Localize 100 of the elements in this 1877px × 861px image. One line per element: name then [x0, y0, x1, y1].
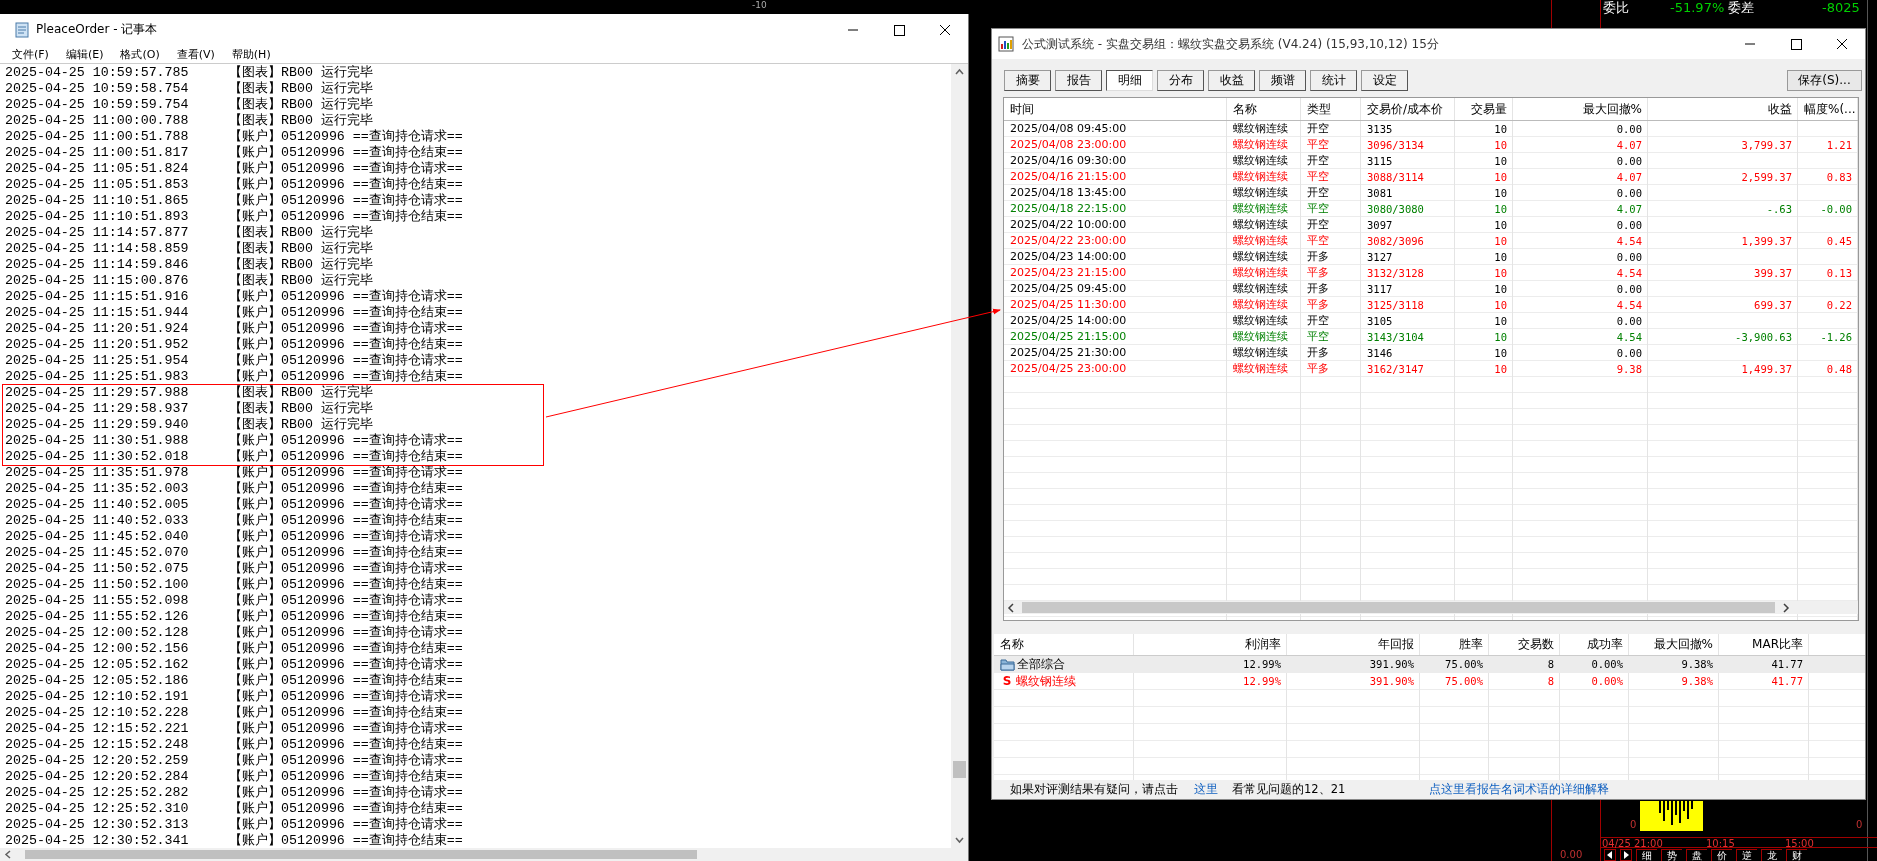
log-timestamp: 2025-04-25 11:50:52.100 — [5, 577, 190, 593]
trade-drawdown: 0.00 — [1615, 282, 1643, 297]
terminal-tab[interactable]: 势 — [1661, 849, 1682, 861]
tab[interactable]: 设定 — [1361, 70, 1408, 91]
log-message: 【图表】RB00 运行完毕 — [229, 65, 374, 81]
summary-row[interactable]: 全部综合 12.99% 391.90% 75.00% 8 0.00% 9.38% 41.77 — [994, 656, 1865, 673]
tab[interactable]: 明细 — [1106, 70, 1153, 91]
trade-name: 螺纹钢连续 — [1232, 121, 1289, 137]
scrollbar-thumb[interactable] — [1022, 602, 1775, 613]
menu-item[interactable]: 文件(F) — [12, 46, 49, 62]
summary-value: 8 — [1546, 657, 1555, 672]
trade-name: 螺纹钢连续 — [1232, 265, 1289, 281]
terminal-tab[interactable]: 价 — [1711, 849, 1732, 861]
menu-item[interactable]: 帮助(H) — [231, 46, 271, 62]
column-header[interactable]: 交易数 — [1489, 634, 1560, 655]
price-label: 0.00 — [1560, 849, 1583, 860]
save-button[interactable]: 保存(S)... — [1787, 70, 1862, 91]
column-header[interactable]: 最大回撤% — [1629, 634, 1719, 655]
column-header[interactable]: 交易量 — [1455, 98, 1513, 120]
vertical-scrollbar[interactable] — [951, 64, 968, 848]
tab[interactable]: 统计 — [1310, 70, 1357, 91]
log-timestamp: 2025-04-25 11:14:57.877 — [5, 225, 190, 241]
column-header[interactable]: 胜率 — [1420, 634, 1489, 655]
trade-volume: 10 — [1493, 122, 1508, 137]
column-header[interactable]: 成功率 — [1560, 634, 1629, 655]
column-header[interactable]: 幅度%(... — [1798, 98, 1858, 120]
trade-price: 3097 — [1366, 218, 1394, 233]
summary-name[interactable]: 螺纹钢连续 — [1016, 673, 1076, 690]
log-timestamp: 2025-04-25 12:30:52.341 — [5, 833, 190, 848]
tab[interactable]: 分布 — [1157, 70, 1204, 91]
log-message: 【账户】05120996 ==查询持仓结束== — [229, 369, 464, 385]
log-message: 【账户】05120996 ==查询持仓结束== — [229, 641, 464, 657]
column-header[interactable]: 名称 — [994, 634, 1134, 655]
column-header[interactable]: MAR比率 — [1719, 634, 1809, 655]
quote-label: 委比 — [1603, 1, 1629, 14]
trade-type: 开空 — [1306, 313, 1330, 329]
menu-item[interactable]: 查看(V) — [176, 46, 215, 62]
trade-change: 0.83 — [1825, 170, 1853, 185]
column-header[interactable]: 收益 — [1648, 98, 1798, 120]
trade-name: 螺纹钢连续 — [1232, 169, 1289, 185]
terminal-tab[interactable]: 盘 — [1686, 849, 1707, 861]
column-header[interactable]: 类型 — [1301, 98, 1361, 120]
glossary-link[interactable]: 点这里看报告名词术语的详细解释 — [1429, 782, 1610, 797]
menu-item[interactable]: 编辑(E) — [65, 46, 104, 62]
scrollbar-thumb[interactable] — [25, 850, 697, 859]
terminal-tab[interactable]: 细 — [1636, 849, 1657, 861]
quote-value: -51.97% — [1670, 1, 1725, 14]
log-timestamp: 2025-04-25 12:15:52.221 — [5, 721, 190, 737]
trade-type: 开空 — [1306, 121, 1330, 137]
log-timestamp: 2025-04-25 11:10:51.865 — [5, 193, 190, 209]
trade-name: 螺纹钢连续 — [1232, 201, 1289, 217]
trade-change: 0.45 — [1825, 234, 1853, 249]
trade-volume: 10 — [1493, 298, 1508, 313]
trade-price: 3125/3118 — [1366, 298, 1425, 313]
log-timestamp: 2025-04-25 11:50:52.075 — [5, 561, 190, 577]
log-message: 【图表】RB00 运行完毕 — [229, 417, 374, 433]
terminal-tab[interactable]: 龙 — [1761, 849, 1782, 861]
summary-value: 9.38% — [1680, 674, 1714, 689]
log-message: 【账户】05120996 ==查询持仓结束== — [229, 673, 464, 689]
column-header[interactable]: 利润率 — [1134, 634, 1287, 655]
trade-type: 平多 — [1306, 265, 1330, 281]
scale-label: -10 — [752, 0, 767, 10]
column-header[interactable]: 交易价/成本价 — [1361, 98, 1455, 120]
terminal-tab[interactable]: 逆 — [1736, 849, 1757, 861]
time-label: 10:15 — [1706, 838, 1735, 849]
log-timestamp: 2025-04-25 12:10:52.228 — [5, 705, 190, 721]
trade-name: 螺纹钢连续 — [1232, 313, 1289, 329]
log-timestamp: 2025-04-25 11:05:51.824 — [5, 161, 190, 177]
horizontal-scrollbar[interactable] — [1004, 601, 1858, 614]
summary-value: 391.90% — [1368, 657, 1415, 672]
log-message: 【账户】05120996 ==查询持仓结束== — [229, 449, 464, 465]
trade-type: 开多 — [1306, 281, 1330, 297]
menu-item[interactable]: 格式(O) — [120, 46, 160, 62]
trade-volume: 10 — [1493, 218, 1508, 233]
chart-app-icon — [998, 36, 1014, 52]
column-header[interactable]: 年回报 — [1287, 634, 1420, 655]
terminal-tab[interactable]: 财 — [1786, 849, 1807, 861]
trade-drawdown: 4.54 — [1615, 298, 1643, 313]
tab[interactable]: 报告 — [1055, 70, 1102, 91]
time-label: 04/25 21:00 — [1602, 838, 1663, 849]
trade-type: 开多 — [1306, 345, 1330, 361]
column-header[interactable]: 时间 — [1004, 98, 1227, 120]
tab[interactable]: 收益 — [1208, 70, 1255, 91]
log-timestamp: 2025-04-25 12:20:52.284 — [5, 769, 190, 785]
trade-name: 螺纹钢连续 — [1232, 249, 1289, 265]
tab[interactable]: 摘要 — [1004, 70, 1051, 91]
log-timestamp: 2025-04-25 11:30:51.988 — [5, 433, 190, 449]
log-timestamp: 2025-04-25 11:25:51.954 — [5, 353, 190, 369]
summary-name[interactable]: 全部综合 — [1017, 656, 1065, 673]
log-timestamp: 2025-04-25 12:00:52.156 — [5, 641, 190, 657]
summary-row[interactable]: S 螺纹钢连续 12.99% 391.90% 75.00% 8 0.00% 9.38% 41.77 — [994, 673, 1865, 690]
scrollbar-thumb[interactable] — [953, 761, 966, 778]
trade-price: 3162/3147 — [1366, 362, 1425, 377]
faq-link[interactable]: 这里 — [1194, 782, 1218, 797]
trade-type: 开多 — [1306, 249, 1330, 265]
tab[interactable]: 频谱 — [1259, 70, 1306, 91]
horizontal-scrollbar[interactable] — [0, 848, 968, 861]
column-header[interactable]: 最大回撤% — [1513, 98, 1648, 120]
column-header[interactable]: 名称 — [1227, 98, 1301, 120]
log-timestamp: 2025-04-25 11:15:51.944 — [5, 305, 190, 321]
